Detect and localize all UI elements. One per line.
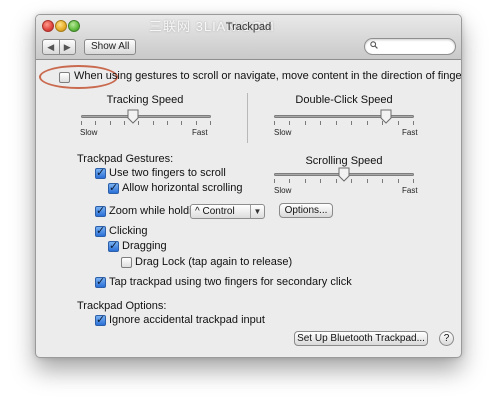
zoom-modifier-value: ^ Control <box>195 206 235 217</box>
slider-tick <box>320 179 321 183</box>
back-button[interactable]: ◀ <box>43 40 59 54</box>
slider-tick <box>196 121 197 125</box>
slider-tick <box>181 121 182 125</box>
tracking-speed-ticks <box>81 121 211 126</box>
slider-tick <box>289 121 290 125</box>
scrolling-speed-title: Scrolling Speed <box>305 155 383 167</box>
setup-bluetooth-trackpad-button[interactable]: Set Up Bluetooth Trackpad... <box>294 331 428 346</box>
slider-tick <box>320 121 321 125</box>
double-click-speed-thumb[interactable] <box>380 109 392 124</box>
two-finger-scroll-checkbox[interactable] <box>95 166 106 179</box>
chevron-right-icon: ▶ <box>63 41 71 52</box>
two-finger-scroll-label: Use two fingers to scroll <box>109 167 226 179</box>
slider-tick <box>305 179 306 183</box>
horizontal-scrolling-checkbox[interactable] <box>108 181 119 194</box>
slider-tick <box>274 179 275 183</box>
clicking-checkbox[interactable] <box>95 224 106 237</box>
zoom-modifier-popup[interactable]: ^ Control ▼ <box>190 204 265 219</box>
tap-secondary-click-checkbox[interactable] <box>95 275 106 288</box>
slider-tick <box>336 121 337 125</box>
slider-tick <box>124 121 125 125</box>
chevron-down-icon: ▼ <box>250 205 264 218</box>
zoom-while-holding-checkbox[interactable] <box>95 204 106 217</box>
trackpad-options-heading: Trackpad Options: <box>77 300 167 312</box>
slider-tick <box>305 121 306 125</box>
double-click-speed-slider[interactable] <box>274 115 414 118</box>
window-title: Trackpad <box>225 21 272 33</box>
slider-tick <box>413 179 414 183</box>
double-click-speed-title: Double-Click Speed <box>295 94 393 106</box>
scrolling-speed-min: Slow <box>274 186 292 195</box>
titlebar: 三联网 3LIAN.COM Trackpad ◀ ▶ Show All <box>36 15 461 60</box>
slider-tick <box>274 121 275 125</box>
slider-tick <box>110 121 111 125</box>
help-button[interactable]: ? <box>439 331 454 346</box>
tracking-speed-slider[interactable] <box>81 115 211 118</box>
ignore-accidental-checkbox[interactable] <box>95 313 106 326</box>
scrolling-speed-thumb[interactable] <box>338 167 350 182</box>
slider-tick <box>367 179 368 183</box>
slider-tick <box>413 121 414 125</box>
trackpad-window: 三联网 3LIAN.COM Trackpad ◀ ▶ Show All When… <box>35 14 462 358</box>
slider-tick <box>351 179 352 183</box>
dragging-checkbox[interactable] <box>108 239 119 252</box>
search-icon <box>370 41 378 49</box>
natural-scrolling-label: When using gestures to scroll or navigat… <box>74 70 462 82</box>
drag-lock-checkbox[interactable] <box>121 257 132 268</box>
ignore-accidental-label: Ignore accidental trackpad input <box>109 314 265 326</box>
slider-tick <box>367 121 368 125</box>
slider-tick <box>153 121 154 125</box>
slider-tick <box>95 121 96 125</box>
tracking-speed-max: Fast <box>192 128 208 137</box>
horizontal-scrolling-label: Allow horizontal scrolling <box>122 182 243 194</box>
search-input[interactable] <box>381 40 451 52</box>
tracking-speed-title: Tracking Speed <box>106 94 184 106</box>
scrolling-speed-max: Fast <box>402 186 418 195</box>
tracking-speed-thumb[interactable] <box>127 109 139 124</box>
trackpad-gestures-heading: Trackpad Gestures: <box>77 153 174 165</box>
slider-tick <box>336 179 337 183</box>
search-field[interactable] <box>364 38 456 55</box>
clicking-label: Clicking <box>109 225 148 237</box>
zoom-options-button[interactable]: Options... <box>279 203 333 218</box>
dragging-label: Dragging <box>122 240 167 252</box>
double-click-speed-max: Fast <box>402 128 418 137</box>
tap-secondary-click-label: Tap trackpad using two fingers for secon… <box>109 276 352 288</box>
chevron-left-icon: ◀ <box>47 41 55 52</box>
nav-buttons: ◀ ▶ <box>42 39 76 55</box>
slider-tick <box>382 179 383 183</box>
slider-tick <box>398 179 399 183</box>
slider-tick <box>289 179 290 183</box>
drag-lock-label: Drag Lock (tap again to release) <box>135 256 293 268</box>
slider-tick <box>351 121 352 125</box>
slider-tick <box>81 121 82 125</box>
show-all-button[interactable]: Show All <box>84 39 137 55</box>
forward-button[interactable]: ▶ <box>58 40 76 54</box>
tracking-speed-min: Slow <box>80 128 98 137</box>
slider-tick <box>210 121 211 125</box>
slider-tick <box>167 121 168 125</box>
double-click-speed-ticks <box>274 121 414 126</box>
natural-scrolling-checkbox[interactable] <box>59 72 70 83</box>
section-divider <box>247 93 248 143</box>
slider-tick <box>398 121 399 125</box>
double-click-speed-min: Slow <box>274 128 292 137</box>
